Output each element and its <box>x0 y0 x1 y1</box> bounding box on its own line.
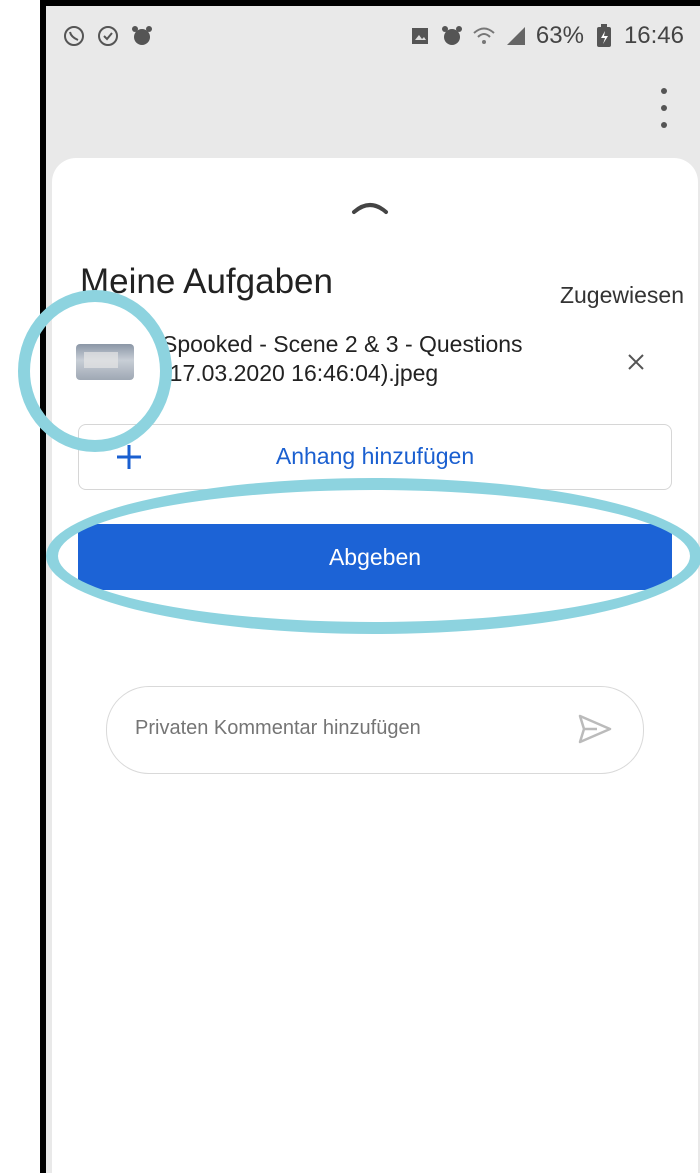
battery-icon <box>592 24 616 48</box>
whatsapp-icon <box>62 24 86 48</box>
send-icon[interactable] <box>577 713 613 745</box>
more-dot <box>661 105 667 111</box>
highlight-circle-thumbnail <box>18 290 172 452</box>
attachment-name[interactable]: Spooked - Scene 2 & 3 - Questions (17.03… <box>162 330 622 388</box>
battery-percent: 63% <box>535 22 584 49</box>
more-dot <box>661 88 667 94</box>
add-attachment-label: Anhang hinzufügen <box>275 443 475 469</box>
highlight-ellipse-submit <box>46 478 700 634</box>
clock: 16:46 <box>623 22 684 49</box>
chevron-up-icon[interactable] <box>350 196 390 216</box>
status-right: 63% 16:46 <box>408 22 700 50</box>
private-comment-input[interactable] <box>135 717 555 740</box>
private-comment-box[interactable] <box>106 686 644 774</box>
status-bar: 63% 16:46 <box>46 6 700 66</box>
check-circle-icon <box>96 24 120 48</box>
more-options-button[interactable] <box>654 88 674 128</box>
status-left <box>46 24 154 48</box>
wifi-icon <box>472 24 496 48</box>
bottom-sheet: Meine Aufgaben Zugewiesen Spooked - Scen… <box>52 158 698 1173</box>
alarm-icon <box>440 24 464 48</box>
signal-icon <box>504 24 528 48</box>
more-dot <box>661 122 667 128</box>
close-icon[interactable] <box>624 350 648 374</box>
image-icon <box>408 24 432 48</box>
assignment-status: Zugewiesen <box>559 282 684 308</box>
alarm-icon <box>130 24 154 48</box>
